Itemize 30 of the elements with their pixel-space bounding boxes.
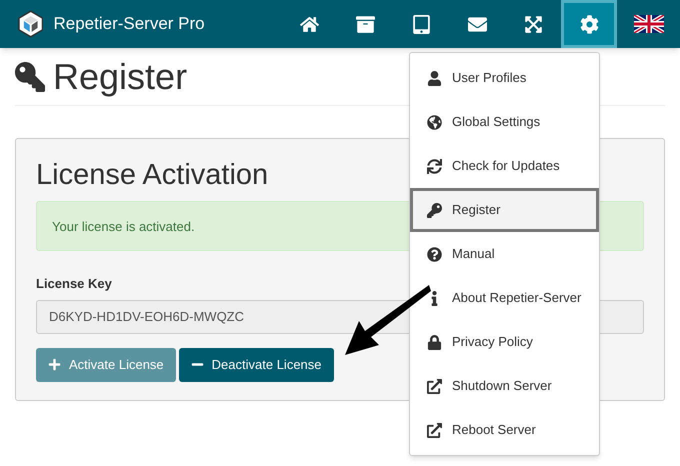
field-label: License Key: [36, 275, 113, 294]
menu-item[interactable]: Global Settings: [410, 100, 599, 144]
refresh-icon: [427, 158, 442, 174]
menu-item[interactable]: Reboot Server: [410, 408, 599, 452]
nav-button[interactable]: [561, 0, 618, 48]
home-icon: [300, 14, 319, 34]
key-icon: [15, 62, 45, 92]
external-link-icon: [427, 422, 442, 438]
envelope-icon: [468, 14, 487, 34]
archive-icon: [356, 14, 375, 34]
menu-item[interactable]: Check for Updates: [410, 144, 599, 188]
plus-icon: [48, 358, 61, 372]
lock-icon: [427, 334, 442, 350]
key-icon: [427, 202, 442, 218]
menu-item[interactable]: User Profiles: [410, 56, 599, 100]
flag-icon: [634, 15, 664, 33]
external-link-icon: [427, 378, 442, 394]
panel-heading: License Activation: [36, 158, 268, 193]
help-icon: [427, 246, 442, 262]
globe-icon: [427, 114, 442, 130]
settings-icon: [580, 14, 599, 34]
page-title: Register: [53, 58, 188, 94]
app-title: Repetier-Server Pro: [53, 13, 206, 36]
user-icon: [427, 70, 442, 86]
expand-icon: [524, 14, 543, 34]
menu-item[interactable]: Shutdown Server: [410, 364, 599, 408]
logo-icon: [18, 10, 44, 38]
deactivate-button[interactable]: Deactivate License: [178, 348, 334, 382]
tablet-icon: [412, 14, 431, 34]
menu-item[interactable]: Register: [410, 188, 599, 232]
